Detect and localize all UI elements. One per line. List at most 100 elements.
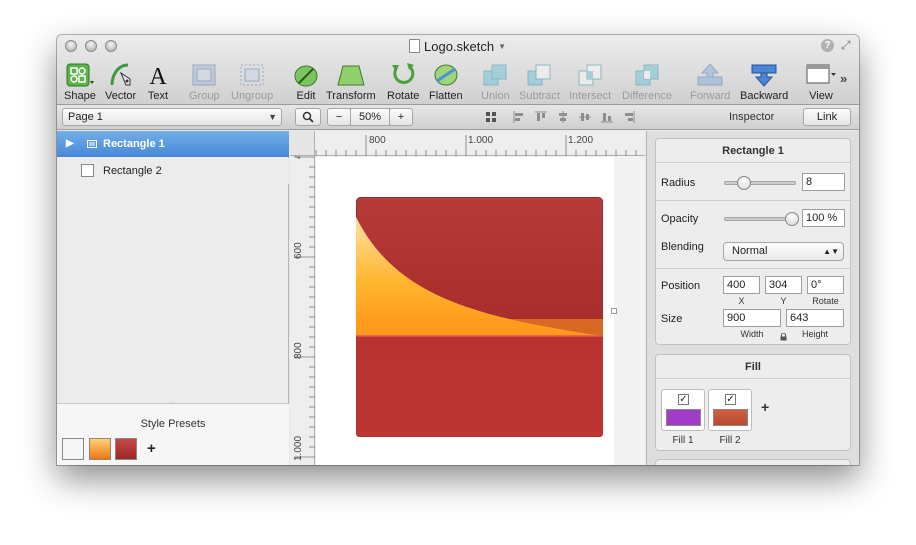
magnifier-icon [302,111,314,123]
align-center-vertical-icon[interactable] [579,111,591,123]
opacity-label: Opacity [661,213,699,225]
preset-swatch-white[interactable] [62,438,84,460]
resize-handle-right[interactable] [611,308,617,314]
union-tool-button[interactable]: Union [481,61,510,102]
secondary-toolbar: Page 1 ▼ − 50% + Inspector Link [57,105,859,130]
fill-2-checkbox[interactable]: ✓ [725,394,736,405]
layer-row-rectangle-1[interactable]: ▶ Rectangle 1 [57,131,289,157]
disclosure-triangle-icon[interactable]: ▶ [66,131,74,157]
flatten-icon [429,61,463,87]
zoom-level[interactable]: 50% [350,108,390,126]
zoom-window-button[interactable] [105,40,117,52]
ungroup-tool-button[interactable]: Ungroup [231,61,273,102]
fill-1-color[interactable] [666,409,701,426]
radius-label: Radius [661,177,696,189]
backward-tool-button[interactable]: Backward [740,61,788,102]
add-fill-button[interactable]: + [761,399,769,415]
blending-label: Blending [661,241,704,253]
vector-tool-label: Vector [105,90,137,102]
window-title-text: Logo.sketch [424,38,495,54]
toolbar-overflow-button[interactable]: » [840,71,847,86]
layer-row-rectangle-2[interactable]: Rectangle 2 [57,158,289,184]
preset-swatch-orange[interactable] [89,438,111,460]
inspector-panel: Rectangle 1 Radius 8 Opacity 100 % Blend… [646,131,859,465]
forward-tool-label: Forward [690,90,731,102]
logo-rectangle-1[interactable] [356,197,603,437]
layer-name: Rectangle 2 [103,165,162,177]
subtract-tool-label: Subtract [519,90,560,102]
minimize-window-button[interactable] [85,40,97,52]
ruler-corner [290,131,315,156]
zoom-search-button[interactable] [295,108,321,126]
x-field[interactable]: 400 [723,276,760,294]
align-center-horizontal-icon[interactable] [557,111,569,123]
subtract-tool-button[interactable]: Subtract [519,61,560,102]
page-select-value: Page 1 [68,111,103,123]
view-tool-button[interactable]: View [806,61,836,102]
ruler-label: 1.200 [568,135,594,146]
updown-arrows-icon: ▲▼ [823,247,839,256]
text-tool-button[interactable]: A Text [146,61,170,102]
shape-properties-panel: Rectangle 1 Radius 8 Opacity 100 % Blend… [655,138,851,345]
chevron-down-icon: ▼ [498,41,507,51]
style-presets-panel: Style Presets + [57,403,289,465]
svg-text:A: A [149,64,167,87]
fill-2-well[interactable]: ✓ [708,389,752,431]
add-preset-button[interactable]: + [147,440,156,457]
align-left-icon[interactable] [513,111,525,123]
y-field[interactable]: 304 [765,276,802,294]
vector-tool-button[interactable]: Vector [105,61,136,102]
fullscreen-icon[interactable]: ⤢ [841,38,851,53]
align-right-icon[interactable] [623,111,635,123]
intersect-tool-button[interactable]: Intersect [569,61,611,102]
opacity-field[interactable]: 100 % [802,209,845,227]
align-top-icon[interactable] [535,111,547,123]
align-bottom-icon[interactable] [601,111,613,123]
window-title[interactable]: Logo.sketch ▼ [409,38,506,54]
sketch-window: Logo.sketch ▼ ? ⤢ Shape Vector A Text Group U… [57,35,859,465]
radius-slider-knob[interactable] [737,176,751,190]
page-select[interactable]: Page 1 ▼ [62,108,282,126]
width-sublabel: Width [740,329,764,339]
shape-tool-button[interactable]: Shape [64,61,96,102]
zoom-in-button[interactable]: + [389,108,413,126]
fill-2-color[interactable] [713,409,748,426]
fill-2-label: Fill 2 [719,435,741,446]
grid-icon[interactable] [485,111,497,123]
rotate-field[interactable]: 0° [807,276,844,294]
difference-tool-button[interactable]: Difference [622,61,672,102]
layer-name: Rectangle 1 [103,138,165,150]
vertical-ruler-ticks [294,156,315,458]
radius-slider-track[interactable] [724,181,796,185]
ruler-label: 1.000 [293,435,304,461]
lock-icon[interactable] [780,333,787,341]
link-button[interactable]: Link [803,108,851,126]
preset-swatch-red[interactable] [115,438,137,460]
canvas[interactable]: 800 1.000 1.200 400 600 800 1.000 [290,131,645,465]
fill-1-well[interactable]: ✓ [661,389,705,431]
fill-panel: Fill ✓ ✓ Fill 1 Fill 2 + [655,354,851,451]
group-tool-button[interactable]: Group [189,61,220,102]
transform-tool-button[interactable]: Transform [326,61,376,102]
view-icon [806,61,836,87]
zoom-out-button[interactable]: − [327,108,351,126]
edit-tool-button[interactable]: Edit [293,61,319,102]
forward-tool-button[interactable]: Forward [690,61,730,102]
ruler-label: 800 [369,135,386,146]
rotate-icon [387,61,419,87]
help-button[interactable]: ? [821,39,834,52]
height-field[interactable]: 643 [786,309,844,327]
intersect-tool-label: Intersect [569,90,612,102]
width-field[interactable]: 900 [723,309,781,327]
flatten-tool-button[interactable]: Flatten [429,61,463,102]
fill-1-checkbox[interactable]: ✓ [678,394,689,405]
close-window-button[interactable] [65,40,77,52]
horizontal-ruler: 800 1.000 1.200 [290,131,645,156]
shape-icon [64,61,96,87]
intersect-icon [569,61,611,87]
blending-select[interactable]: Normal ▲▼ [723,242,844,261]
opacity-slider-knob[interactable] [785,212,799,226]
rotate-tool-button[interactable]: Rotate [387,61,419,102]
radius-field[interactable]: 8 [802,173,845,191]
group-icon [189,61,220,87]
